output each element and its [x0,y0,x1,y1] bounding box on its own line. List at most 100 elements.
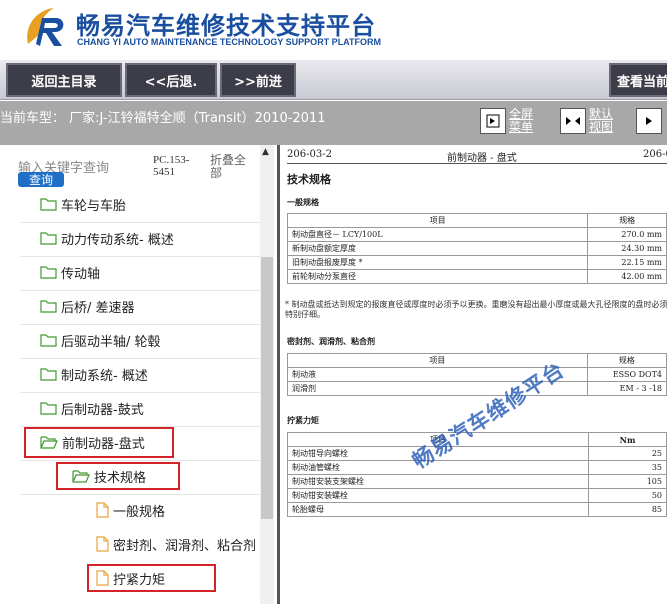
tree-item-label: 密封剂、润滑剂、粘合剂 [113,538,257,554]
row-item: 轮胎螺母 [286,502,590,517]
row-value: 105 [588,474,667,489]
document-panel: 206-03-2 前制动器 - 盘式 206-0 技术规格 一般规格 项目 规格… [280,145,667,604]
highlight-box [24,427,174,458]
row-item: 制动盘直径－ LCY/100L [286,227,589,242]
home-button[interactable]: 返回主目录 [6,63,122,97]
row-item: 制动钳安装支架螺栓 [286,474,590,489]
table-row: 前轮制动分泵直径 42.00 mm [286,269,667,284]
view-current-button[interactable]: 查看当前 [609,63,667,97]
table-row: 制动钳安装螺栓 50 [286,488,667,503]
default-view-label[interactable]: 默认 视图 [589,108,615,134]
folder-icon [40,231,57,245]
scrollbar[interactable]: ▲ [260,145,274,604]
logo-icon [27,8,64,46]
row-value: 85 [588,502,667,517]
table-row: 制动钳导向螺栓 25 [286,446,667,461]
fullscreen-icon [480,108,506,134]
forward-button[interactable]: >>前进 [220,63,296,97]
tree-item[interactable]: 一般规格 [96,493,165,527]
folder-icon [40,299,57,313]
folder-icon [40,333,57,347]
torque-table: 项目 Nm 制动钳导向螺栓 25 制动油管螺栓 35 制动钳安装支架螺栓 105 制动钳安装… [286,432,667,517]
row-value: EM - 3 -18 [586,381,667,396]
default-view-icon [560,108,586,134]
tree-item[interactable]: 后桥/ 差速器 [40,289,135,323]
tree-item-label: 动力传动系统- 概述 [61,232,174,248]
doc-page-right: 206-0 [643,149,667,160]
tree-item[interactable]: 后制动器-鼓式 [40,391,144,425]
doc-heading: 技术规格 [287,173,331,186]
document-icon [96,502,109,518]
pc-code: PC.153-5451 [153,154,190,178]
nav-panel: 输入关键字查询 查询 PC.153-5451 折叠全部 ▲ 车轮与车胎 动力传动系… [0,145,277,604]
folder-icon [40,197,57,211]
row-item: 新制动盘额定厚度 [286,241,589,256]
folder-icon [40,265,57,279]
col-spec: 规格 [586,353,667,368]
table-row: 旧制动盘报废厚度 * 22.15 mm [286,255,667,270]
tree-item-label: 后驱动半轴/ 轮毂 [61,334,161,350]
tree-item[interactable]: 密封剂、润滑剂、粘合剂 [96,527,256,561]
section-torque-title: 拧紧力矩 [287,415,319,425]
row-value: 50 [588,488,667,503]
toolbar: 返回主目录 <<后退. >>前进 查看当前 [0,60,667,100]
tree-item-label: 传动轴 [61,266,101,282]
vehicle-bar: 当前车型： 厂家:J-江铃福特全顺（Transit）2010-2011 全屏 菜… [0,101,667,145]
doc-header: 206-03-2 前制动器 - 盘式 206-0 [287,148,667,164]
row-value: 22.15 mm [587,255,667,270]
sealant-table: 项目 规格 制动液 ESSO DOT4 润滑剂 EM - 3 -18 [287,353,667,396]
row-value: 35 [588,460,667,475]
current-vehicle-text: 当前车型： 厂家:J-江铃福特全顺（Transit）2010-2011 [0,111,326,126]
doc-page-left: 206-03-2 [287,149,332,160]
table-row: 制动钳安装支架螺栓 105 [286,474,667,489]
next-view-button[interactable] [636,108,662,134]
tree-item-label: 后制动器-鼓式 [61,402,144,418]
tree-item[interactable]: 后驱动半轴/ 轮毂 [40,323,161,357]
search-button[interactable]: 查询 [18,172,64,187]
col-item: 项目 [286,213,589,228]
play-icon [636,108,662,134]
fullscreen-menu-label[interactable]: 全屏 菜单 [509,108,535,134]
tree-item-label: 制动系统- 概述 [61,368,148,384]
row-value: ESSO DOT4 [586,367,667,382]
row-item: 前轮制动分泵直径 [286,269,589,284]
tree-item[interactable]: 传动轴 [40,255,100,289]
doc-page-title: 前制动器 - 盘式 [447,153,517,164]
row-value: 25 [588,446,667,461]
section-general-title: 一般规格 [287,197,319,207]
section-sealant-title: 密封剂、润滑剂、粘合剂 [287,336,375,346]
tree-item-label: 后桥/ 差速器 [61,300,135,316]
scroll-up-icon[interactable]: ▲ [262,147,269,157]
scroll-thumb[interactable] [261,257,273,519]
table-row: 制动油管螺栓 35 [286,460,667,475]
row-value: 42.00 mm [587,269,667,284]
collapse-all-button[interactable]: 折叠全部 [210,154,250,180]
table-row: 制动液 ESSO DOT4 [287,367,667,382]
general-spec-table: 项目 规格 制动盘直径－ LCY/100L 270.0 mm 新制动盘额定厚度 24.… [286,213,667,284]
app-header: 畅易汽车维修技术支持平台 CHANG YI AUTO MAINTENANCE T… [0,0,667,60]
document-icon [96,536,109,552]
tree-item[interactable]: 制动系统- 概述 [40,357,148,391]
folder-icon [40,401,57,415]
col-spec: 规格 [587,213,667,228]
tree-item[interactable]: 动力传动系统- 概述 [40,221,174,255]
tree-item-label: 车轮与车胎 [61,198,127,214]
back-button[interactable]: <<后退. [125,63,217,97]
highlight-box [87,564,216,592]
app-title: 畅易汽车维修技术支持平台 [76,12,376,40]
highlight-box [56,462,180,490]
tree-item[interactable]: 车轮与车胎 [40,187,126,221]
table-row: 轮胎螺母 85 [286,502,667,517]
table-row: 制动盘直径－ LCY/100L 270.0 mm [286,227,667,242]
app-subtitle: CHANG YI AUTO MAINTENANCE TECHNOLOGY SUP… [77,37,382,47]
fullscreen-menu-button[interactable]: 全屏 菜单 [480,108,535,134]
table-row: 润滑剂 EM - 3 -18 [287,381,667,396]
row-value: 24.30 mm [587,241,667,256]
row-item: 制动钳安装螺栓 [286,488,590,503]
default-view-button[interactable]: 默认 视图 [560,108,615,134]
row-value: 270.0 mm [587,227,667,242]
tree-item-label: 一般规格 [113,504,166,520]
row-item: 旧制动盘报废厚度 * [286,255,589,270]
spec-note: * 制动盘或抵达到规定的报废直径或厚度时必须予以更换。重磨没有超出最小厚度或最大… [285,300,667,319]
table-row: 新制动盘额定厚度 24.30 mm [286,241,667,256]
